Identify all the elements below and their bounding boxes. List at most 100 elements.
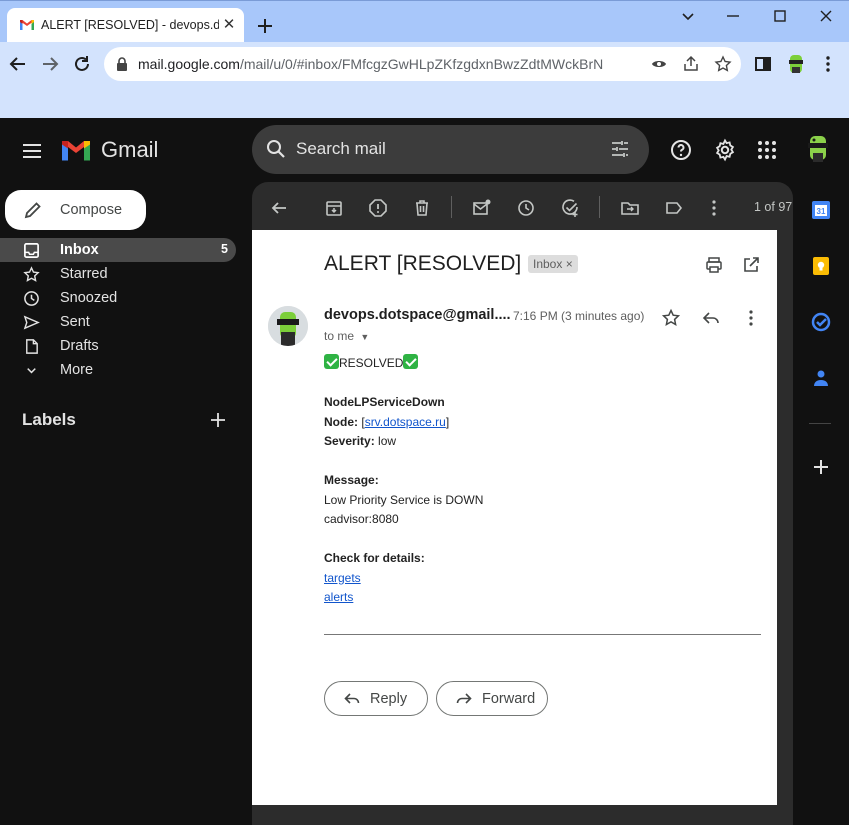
label-tag-icon[interactable] [664, 198, 684, 218]
gmail-logo-icon[interactable] [60, 138, 92, 163]
account-avatar-icon[interactable] [802, 133, 834, 165]
calendar-icon[interactable]: 31 [810, 199, 832, 221]
star-icon [23, 266, 40, 282]
compose-label: Compose [60, 202, 123, 218]
browser-toolbar: mail.google.com/mail/u/0/#inbox/FMfcgzGw… [0, 42, 849, 118]
message-more-icon[interactable] [741, 308, 761, 328]
alerts-link[interactable]: alerts [324, 590, 353, 604]
snooze-clock-icon[interactable] [516, 198, 536, 218]
search-options-icon[interactable] [609, 138, 631, 160]
email-view: ALERT [RESOLVED] Inbox × devops.dotspace… [252, 230, 777, 805]
minimize-icon[interactable] [723, 6, 743, 26]
browser-tab-strip: ALERT [RESOLVED] - devops.dotspace@gmail… [0, 0, 849, 43]
lock-icon [117, 57, 127, 71]
keep-notes-icon[interactable] [810, 255, 832, 277]
inbox-unread-count: 5 [221, 242, 228, 256]
forward-arrow-icon [456, 693, 472, 704]
delete-trash-icon[interactable] [412, 198, 432, 218]
apps-grid-icon[interactable] [755, 138, 779, 162]
nav-label-inbox: Inbox [60, 242, 99, 258]
toolbar-divider [451, 196, 452, 218]
nav-label-snoozed: Snoozed [60, 290, 118, 306]
url-path: /mail/u/0/#inbox/FMfcgzGwHLpZKfzgdxnBwzZ… [239, 56, 604, 72]
search-icon[interactable] [264, 137, 288, 161]
archive-icon[interactable] [324, 198, 344, 218]
draft-icon [26, 339, 38, 354]
side-panel-icon[interactable] [753, 54, 773, 74]
compose-button[interactable]: Compose [5, 190, 146, 230]
contacts-icon[interactable] [810, 367, 832, 389]
settings-gear-icon[interactable] [713, 138, 737, 162]
tab-search-chevron-icon[interactable] [678, 6, 698, 26]
nav-item-inbox[interactable]: Inbox 5 [0, 238, 236, 262]
main-menu-icon[interactable] [20, 139, 44, 163]
nav-item-starred[interactable]: Starred [0, 262, 236, 286]
address-bar[interactable]: mail.google.com/mail/u/0/#inbox/FMfcgzGw… [104, 47, 741, 81]
gmail-favicon-icon [20, 20, 34, 30]
inbox-icon [24, 243, 39, 258]
back-to-inbox-icon[interactable] [269, 198, 289, 218]
browser-tab[interactable]: ALERT [RESOLVED] - devops.dotspace@gmail… [7, 8, 244, 43]
report-spam-icon[interactable] [368, 198, 388, 218]
maximize-icon[interactable] [770, 6, 790, 26]
add-to-tasks-icon[interactable] [560, 198, 580, 218]
message-panel: 1 of 97 ALERT [RESOLVED] Inbox × devops.… [252, 182, 793, 825]
severity-line: Severity: low [324, 432, 483, 452]
print-icon[interactable] [705, 256, 723, 274]
more-options-icon[interactable] [704, 198, 724, 218]
mark-unread-icon[interactable] [472, 198, 492, 218]
forward-label: Forward [482, 691, 536, 707]
nav-label-drafts: Drafts [60, 338, 99, 354]
chrome-menu-icon[interactable] [818, 54, 838, 74]
open-in-new-window-icon[interactable] [742, 256, 760, 274]
remove-label-icon[interactable]: × [566, 257, 573, 271]
send-icon [23, 315, 40, 330]
star-message-icon[interactable] [661, 308, 681, 328]
node-bracket-close: ] [445, 414, 450, 429]
back-icon[interactable] [8, 54, 28, 74]
close-window-icon[interactable] [816, 6, 836, 26]
add-label-icon[interactable] [208, 410, 228, 430]
recipient-text: to me [324, 329, 355, 343]
move-to-folder-icon[interactable] [620, 198, 640, 218]
url-text: mail.google.com/mail/u/0/#inbox/FMfcgzGw… [138, 56, 603, 72]
recipient-details[interactable]: to me ▼ [324, 329, 369, 343]
tab-title: ALERT [RESOLVED] - devops.dotspace@gmail… [41, 18, 219, 32]
sender-avatar[interactable] [268, 306, 308, 346]
search-input[interactable]: Search mail [296, 139, 386, 159]
nav-item-more[interactable]: More [0, 358, 236, 382]
details-label: Check for details: [324, 551, 425, 565]
details-caret-icon[interactable]: ▼ [360, 332, 369, 342]
tab-close-icon[interactable]: ✕ [221, 17, 237, 33]
status-line: RESOLVED [324, 354, 483, 374]
reply-button[interactable]: Reply [324, 681, 428, 716]
labels-heading: Labels [22, 410, 76, 429]
reload-icon[interactable] [72, 54, 92, 74]
side-panel-divider [809, 423, 831, 424]
pencil-icon [24, 202, 41, 219]
get-addons-plus-icon[interactable] [810, 456, 832, 478]
reply-icon[interactable] [701, 308, 721, 328]
help-icon[interactable] [669, 138, 693, 162]
new-tab-icon[interactable] [254, 15, 276, 37]
node-link[interactable]: srv.dotspace.ru [365, 415, 446, 429]
status-text: RESOLVED [339, 356, 404, 370]
sender-name[interactable]: devops.dotspace@gmail.... [324, 307, 511, 323]
share-icon[interactable] [682, 55, 700, 73]
nav-item-sent[interactable]: Sent [0, 310, 236, 334]
message-label: Message: [324, 473, 379, 487]
eye-off-icon[interactable] [650, 55, 668, 73]
message-line-1: Low Priority Service is DOWN [324, 492, 484, 507]
forward-icon[interactable] [40, 54, 60, 74]
profile-avatar-icon[interactable] [784, 52, 808, 76]
forward-button[interactable]: Forward [436, 681, 548, 716]
check-mark-icon [403, 354, 419, 369]
nav-item-drafts[interactable]: Drafts [0, 334, 236, 358]
chevron-down-icon [27, 368, 36, 374]
tasks-icon[interactable] [810, 311, 832, 333]
search-bar[interactable]: Search mail [252, 125, 649, 174]
inbox-chip-text: Inbox [533, 257, 563, 271]
targets-link[interactable]: targets [324, 571, 361, 585]
bookmark-star-icon[interactable] [714, 55, 732, 73]
nav-item-snoozed[interactable]: Snoozed [0, 286, 236, 310]
